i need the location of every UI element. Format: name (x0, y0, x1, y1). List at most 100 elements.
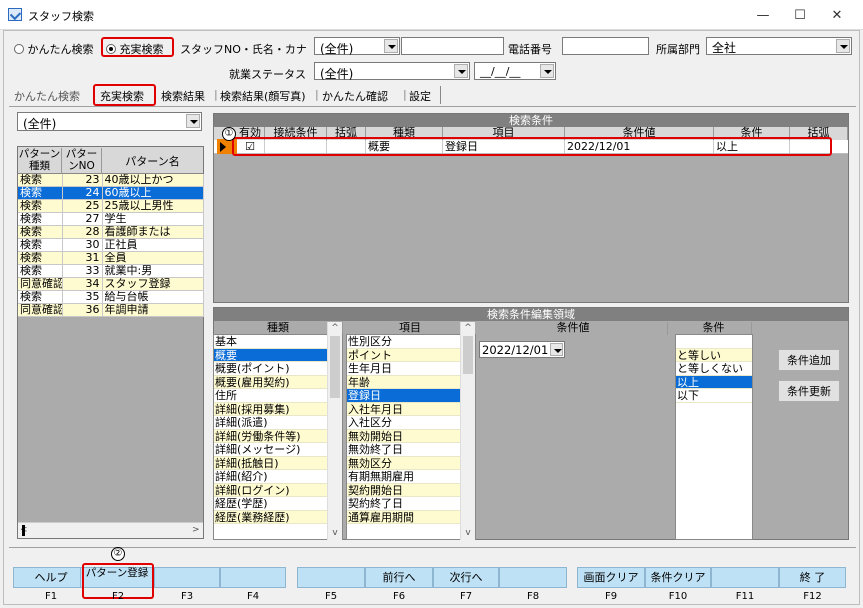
tab-full-search[interactable]: 充実検索 (100, 88, 144, 106)
list-item[interactable]: 概要(雇用契約) (214, 375, 342, 389)
edit-title: 検索条件編集領域 (214, 308, 848, 321)
list-item[interactable]: 通算雇用期間 (347, 510, 475, 524)
dept-select[interactable]: 全社 (706, 37, 852, 55)
pattern-filter-select[interactable]: (全件) (17, 112, 202, 131)
staff-search-input[interactable] (401, 37, 504, 55)
list-item[interactable]: 詳細(紹介) (214, 470, 342, 484)
prev-row-button[interactable]: 前行へ (365, 567, 433, 588)
date-select[interactable]: __/__/__ (474, 62, 556, 80)
table-row[interactable]: 同意確認 36 年調申請 (18, 303, 204, 317)
tab-settings[interactable]: 設定 (409, 88, 431, 106)
scroll-up-icon[interactable]: ^ (461, 322, 475, 335)
list-item[interactable]: 詳細(採用募集) (214, 402, 342, 416)
help-button[interactable]: ヘルプ (13, 567, 89, 588)
scroll-down-icon[interactable]: v (328, 527, 342, 540)
list-item[interactable]: 概要 (214, 348, 342, 362)
staff-type-select[interactable]: (全件) (314, 37, 400, 56)
scroll-up-icon[interactable]: ^ (328, 322, 342, 335)
list-item[interactable]: 住所 (214, 389, 342, 403)
list-item[interactable]: 入社年月日 (347, 402, 475, 416)
exit-button[interactable]: 終 了 (779, 567, 846, 588)
list-item[interactable]: 生年月日 (347, 362, 475, 376)
table-row[interactable]: 検索 28 看護師または (18, 225, 204, 239)
table-row[interactable]: 検索 27 学生 (18, 212, 204, 226)
clear-conditions-button[interactable]: 条件クリア (645, 567, 711, 588)
list-item[interactable]: 概要(ポイント) (214, 362, 342, 376)
table-row[interactable]: 同意確認 34 スタッフ登録 (18, 277, 204, 291)
f5-button[interactable] (297, 567, 365, 588)
cell-name: 全員 (102, 251, 204, 265)
table-row[interactable]: 検索 31 全員 (18, 251, 204, 265)
list-item[interactable]: 登録日 (347, 389, 475, 403)
list-item[interactable]: 詳細(派遣) (214, 416, 342, 430)
table-row[interactable]: 検索 23 40歳以上かつ (18, 174, 204, 187)
clear-screen-button[interactable]: 画面クリア (577, 567, 645, 588)
list-item[interactable]: 以下 (676, 389, 752, 403)
cond-listbox[interactable]: と等しい と等しくない 以上 以下 (675, 334, 753, 540)
fkey-label: F4 (246, 591, 260, 602)
f8-button[interactable] (499, 567, 567, 588)
table-row[interactable]: 検索 33 就業中:男 (18, 264, 204, 278)
scroll-right-icon[interactable]: > (192, 525, 200, 535)
list-item[interactable]: 詳細(労働条件等) (214, 429, 342, 443)
scroll-thumb[interactable] (22, 525, 25, 536)
item-listbox[interactable]: 性別区分 ポイント 生年月日 年齢 登録日 入社年月日 入社区分 無効開始日 無… (346, 334, 476, 540)
list-item[interactable]: 年齢 (347, 375, 475, 389)
full-search-radio[interactable]: 充実検索 (106, 41, 164, 57)
scroll-thumb[interactable] (463, 336, 473, 374)
pattern-hscrollbar[interactable]: < > (18, 522, 203, 538)
tab-easy-search[interactable]: かんたん検索 (14, 88, 80, 106)
list-item[interactable]: 契約開始日 (347, 483, 475, 497)
f3-button[interactable] (154, 567, 220, 588)
f11-button[interactable] (711, 567, 779, 588)
f4-button[interactable] (220, 567, 286, 588)
list-item[interactable]: 詳細(メッセージ) (214, 443, 342, 457)
update-condition-button[interactable]: 条件更新 (778, 380, 840, 402)
list-item[interactable]: と等しくない (676, 362, 752, 376)
list-item[interactable]: 無効終了日 (347, 443, 475, 457)
list-item[interactable]: ポイント (347, 348, 475, 362)
tab-search-results[interactable]: 検索結果 (161, 88, 205, 106)
list-item[interactable]: 以上 (676, 375, 752, 389)
list-item[interactable]: 入社区分 (347, 416, 475, 430)
list-item[interactable]: と等しい (676, 348, 752, 362)
list-item[interactable] (676, 335, 752, 349)
list-item[interactable]: 無効開始日 (347, 429, 475, 443)
highlight-condition-row (232, 137, 832, 156)
list-item[interactable]: 無効区分 (347, 456, 475, 470)
list-item[interactable]: 経歴(学歴) (214, 497, 342, 511)
phone-input[interactable] (562, 37, 649, 55)
next-row-button[interactable]: 次行へ (433, 567, 499, 588)
list-item[interactable]: 詳細(ログイン) (214, 483, 342, 497)
list-item[interactable]: 基本 (214, 335, 342, 349)
table-row[interactable]: 検索 35 給与台帳 (18, 290, 204, 304)
tab-sep-3: | (403, 88, 407, 101)
list-item[interactable]: 性別区分 (347, 335, 475, 349)
kind-vscrollbar[interactable]: ^ v (327, 322, 342, 540)
kind-listbox[interactable]: 基本 概要 概要(ポイント) 概要(雇用契約) 住所 詳細(採用募集) 詳細(派… (213, 334, 343, 540)
easy-search-radio[interactable]: かんたん検索 (14, 41, 94, 57)
tab-search-results-photo[interactable]: 検索結果(顔写真) (220, 88, 306, 106)
item-vscrollbar[interactable]: ^ v (460, 322, 475, 540)
list-item[interactable]: 有期無期雇用 (347, 470, 475, 484)
cell-no: 24 (62, 186, 103, 200)
chevron-down-icon (454, 64, 468, 78)
table-row[interactable]: 検索 25 25歳以上男性 (18, 199, 204, 213)
chevron-down-icon (540, 64, 554, 78)
list-item[interactable]: 経歴(業務経歴) (214, 510, 342, 524)
value-header: 条件値 (479, 322, 668, 335)
close-button[interactable]: ✕ (815, 0, 859, 30)
scroll-down-icon[interactable]: v (461, 527, 475, 540)
list-item[interactable]: 契約終了日 (347, 497, 475, 511)
condition-date-select[interactable]: 2022/12/01 (479, 341, 565, 358)
dept-value: 全社 (712, 41, 737, 55)
scroll-thumb[interactable] (330, 336, 340, 398)
tab-easy-confirm[interactable]: かんたん確認 (322, 88, 388, 106)
table-row[interactable]: 検索 30 正社員 (18, 238, 204, 252)
cell-type: 検索 (18, 174, 63, 187)
add-condition-button[interactable]: 条件追加 (778, 349, 840, 371)
cell-name: 学生 (102, 212, 204, 226)
table-row[interactable]: 検索 24 60歳以上 (18, 186, 204, 200)
status-select[interactable]: (全件) (314, 62, 470, 81)
list-item[interactable]: 詳細(抵触日) (214, 456, 342, 470)
